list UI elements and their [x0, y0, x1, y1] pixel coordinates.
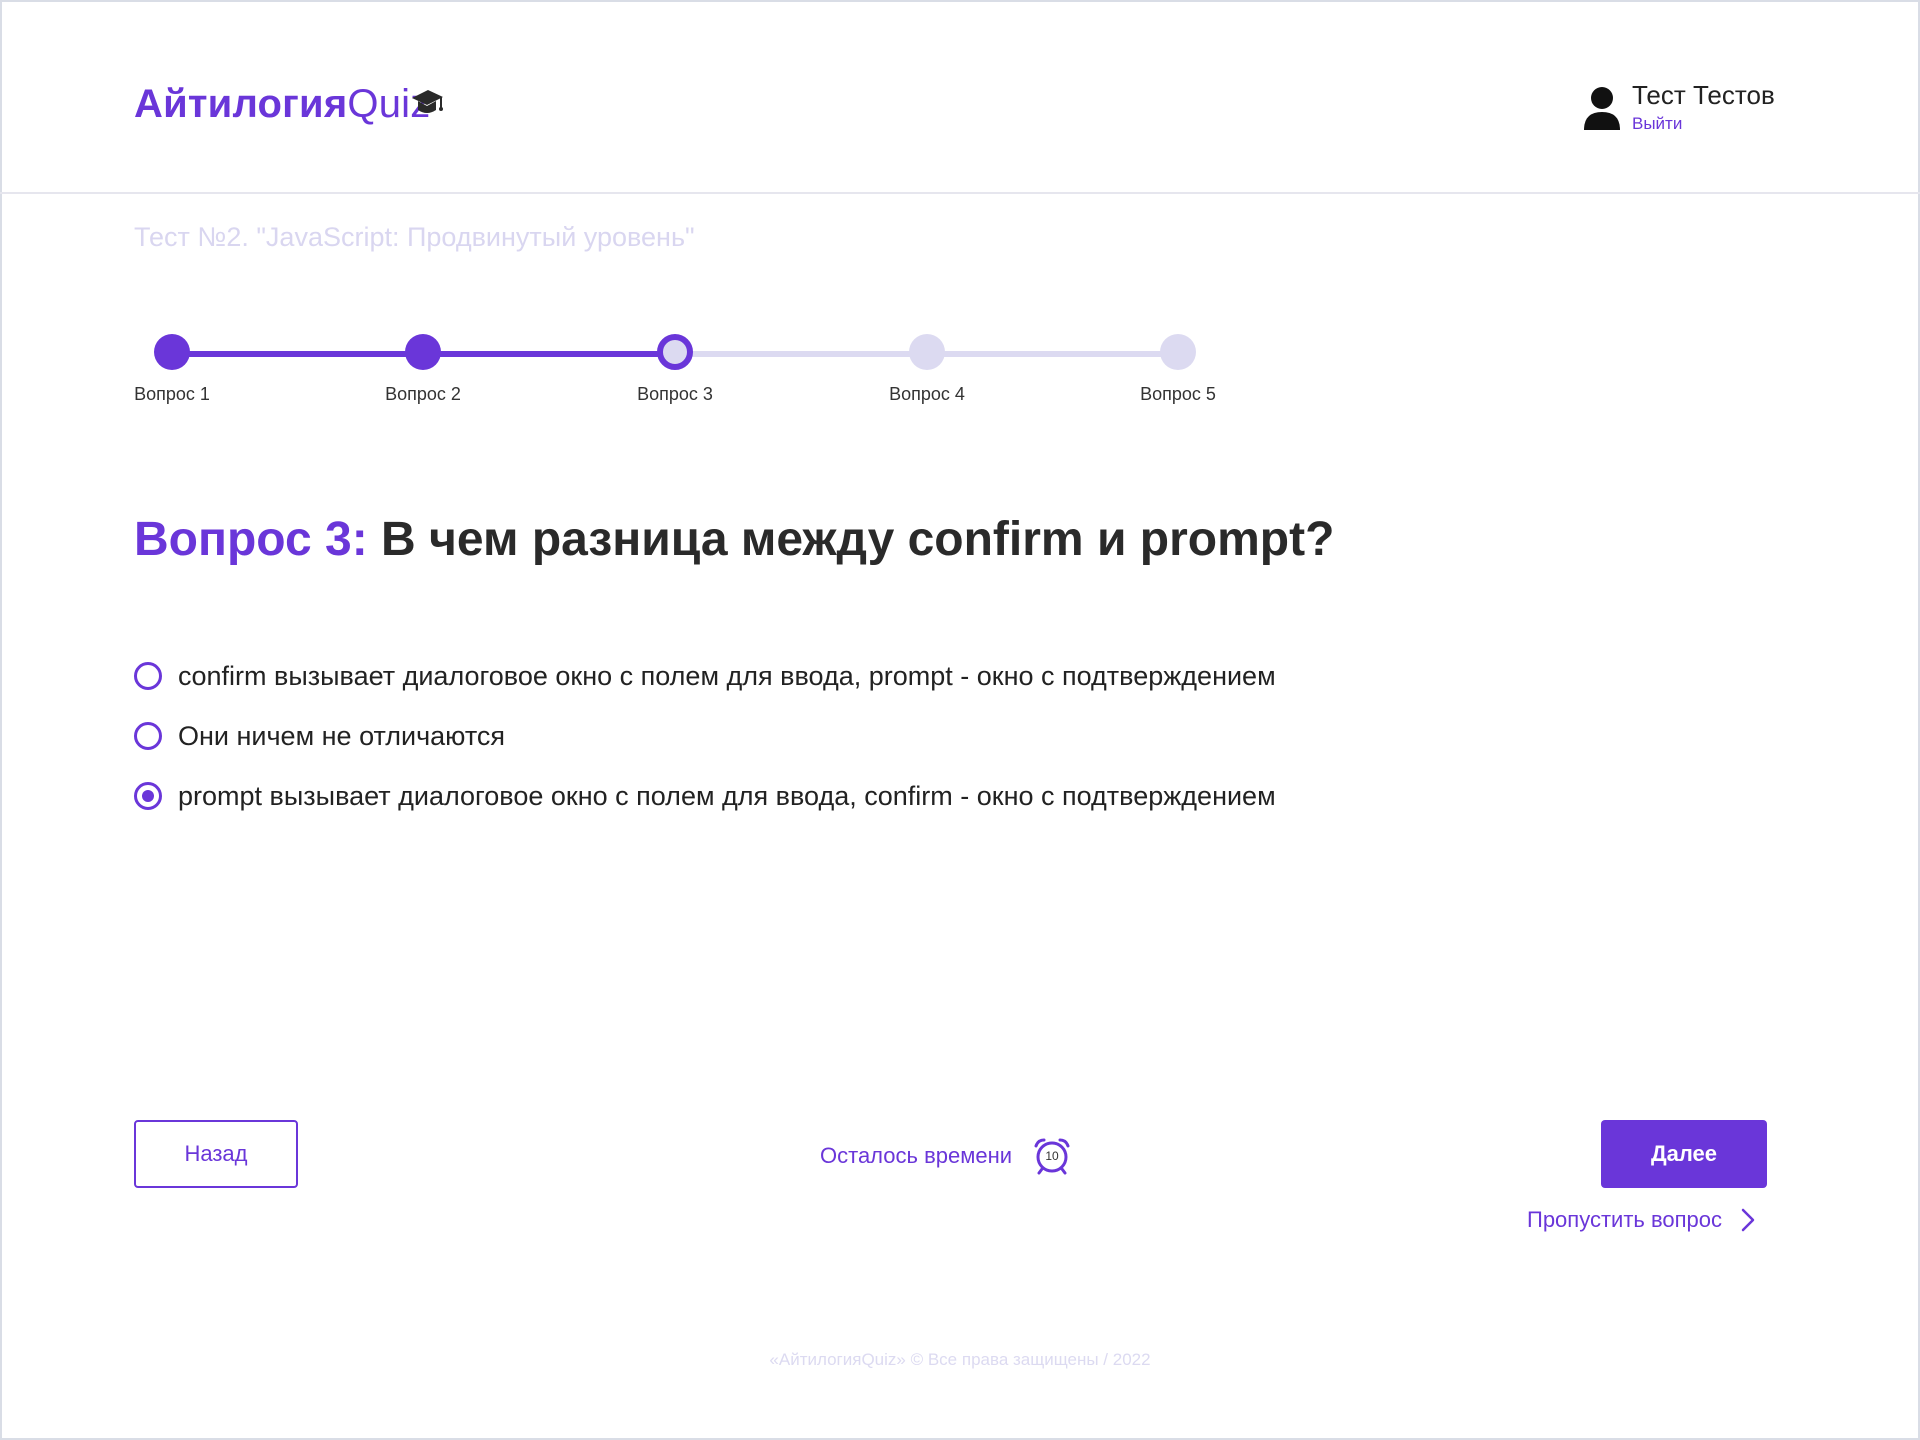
- question-number: Вопрос 3:: [134, 513, 368, 566]
- skip-question-label: Пропустить вопрос: [1527, 1207, 1723, 1232]
- step-3-label: Вопрос 3: [637, 384, 713, 404]
- logout-link[interactable]: Выйти: [1632, 114, 1682, 134]
- answer-option-1[interactable]: confirm вызывает диалоговое окно с полем…: [134, 652, 1276, 700]
- header: АйтилогияQuiz Тест Тестов Выйти: [0, 0, 1920, 194]
- user-avatar-icon: [1584, 87, 1620, 130]
- step-4: Вопрос 4: [887, 334, 967, 405]
- step-5-label: Вопрос 5: [1140, 384, 1216, 404]
- next-button[interactable]: Далее: [1601, 1120, 1767, 1188]
- alarm-clock-icon: 10: [1032, 1136, 1072, 1176]
- step-4-label: Вопрос 4: [889, 384, 965, 404]
- answer-option-1-text: confirm вызывает диалоговое окно с полем…: [178, 660, 1276, 691]
- back-button[interactable]: Назад: [134, 1120, 298, 1188]
- radio-button-2[interactable]: [134, 722, 162, 750]
- step-2: Вопрос 2: [383, 334, 463, 405]
- step-1: Вопрос 1: [132, 334, 212, 405]
- chevron-right-icon: [1741, 1208, 1755, 1232]
- question-text: В чем разница между confirm и prompt?: [381, 513, 1335, 566]
- answer-option-3[interactable]: prompt вызывает диалоговое окно с полем …: [134, 772, 1276, 820]
- test-title: Тест №2. "JavaScript: Продвинутый уровен…: [134, 222, 695, 252]
- step-2-label: Вопрос 2: [385, 384, 461, 404]
- skip-question-link[interactable]: Пропустить вопрос: [1527, 1200, 1758, 1240]
- step-5: Вопрос 5: [1138, 334, 1218, 405]
- step-1-label: Вопрос 1: [134, 384, 210, 404]
- logo-main-text: Айтилогия: [134, 82, 348, 126]
- step-3-dot[interactable]: [657, 334, 693, 370]
- timer-value: 10: [1045, 1149, 1059, 1163]
- radio-button-3[interactable]: [134, 782, 162, 810]
- step-5-dot[interactable]: [1160, 334, 1196, 370]
- progress-stepper: Вопрос 1 Вопрос 2 Вопрос 3 Вопрос 4 Вопр…: [134, 334, 1234, 414]
- answer-option-2-text: Они ничем не отличаются: [178, 720, 506, 751]
- answer-option-3-text: prompt вызывает диалоговое окно с полем …: [178, 780, 1276, 811]
- graduation-cap-icon: [412, 90, 443, 113]
- step-4-dot[interactable]: [909, 334, 945, 370]
- step-3: Вопрос 3: [635, 334, 715, 405]
- footer-copyright: «АйтилогияQuiz» © Все права защищены / 2…: [769, 1350, 1151, 1369]
- question-heading: Вопрос 3: В чем разница между confirm и …: [134, 512, 1334, 567]
- answer-option-2[interactable]: Они ничем не отличаются: [134, 712, 1276, 760]
- answer-options: confirm вызывает диалоговое окно с полем…: [134, 652, 1276, 832]
- step-2-dot[interactable]: [405, 334, 441, 370]
- radio-button-1[interactable]: [134, 662, 162, 690]
- user-name: Тест Тестов: [1632, 80, 1775, 110]
- step-1-dot[interactable]: [154, 334, 190, 370]
- logo[interactable]: АйтилогияQuiz: [134, 82, 430, 127]
- timer: Осталось времени 10: [820, 1134, 1072, 1178]
- timer-label: Осталось времени: [820, 1143, 1013, 1168]
